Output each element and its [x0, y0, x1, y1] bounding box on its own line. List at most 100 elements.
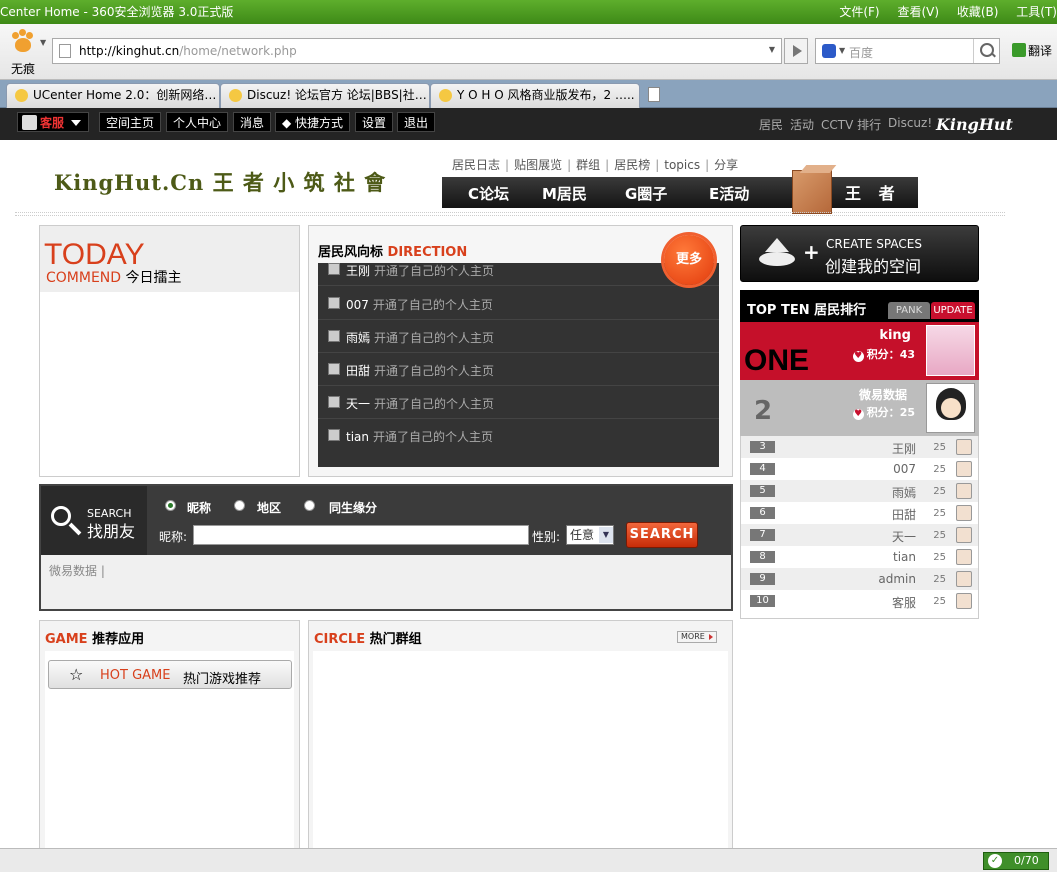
avatar[interactable] [926, 383, 975, 433]
tab-discuz[interactable]: Discuz! 论坛官方 论坛|BBS|社… [220, 83, 430, 108]
list-item[interactable]: 雨嫣 开通了自己的个人主页 [318, 320, 719, 353]
avatar [328, 297, 340, 309]
nav-settings[interactable]: 设置 [355, 112, 394, 132]
nav-residents[interactable]: M居民 [542, 183, 587, 204]
menu-tools[interactable]: 工具(T) [1016, 5, 1057, 19]
hot-game-button[interactable]: ☆ HOT GAME 热门游戏推荐 [48, 660, 292, 689]
chevron-down-icon[interactable]: ▼ [769, 45, 775, 54]
table-row[interactable]: 8 tian 25 [741, 546, 978, 568]
link-cctv-rank[interactable]: CCTV 排行 [821, 116, 881, 133]
list-item[interactable]: 天一 开通了自己的个人主页 [318, 386, 719, 419]
site-topbar: 客服 空间主页 个人中心 消息 ◆ 快捷方式 设置 退出 居民 活动 CCTV … [0, 108, 1057, 140]
nav-space-home[interactable]: 空间主页 [99, 112, 162, 132]
nav-brand-name: 王 者 [845, 184, 901, 203]
create-space-button[interactable]: + CREATE SPACES 创建我的空间 [740, 225, 979, 282]
star-icon: ☆ [69, 665, 84, 684]
nickname-input[interactable] [193, 525, 529, 545]
search-box[interactable]: ▼ 百度 [815, 38, 1000, 64]
translate-button[interactable]: 翻译 [1012, 42, 1052, 59]
link-events[interactable]: 活动 [790, 116, 814, 133]
direction-list: 王刚 开通了自己的个人主页 007 开通了自己的个人主页 雨嫣 开通了自己的个人主页 … [318, 263, 719, 467]
rank-second[interactable]: 2 微易数据 ♥ 积分：25 [740, 380, 979, 436]
go-button[interactable] [784, 38, 808, 64]
status-counter[interactable]: ✓ 0/70 [983, 852, 1049, 870]
menu-favorites[interactable]: 收藏(B) [957, 5, 999, 19]
table-row[interactable]: 9 admin 25 [741, 568, 978, 590]
tab-yoho[interactable]: Y O H O 风格商业版发布，2 ….. [430, 83, 640, 108]
list-item[interactable]: 王刚 开通了自己的个人主页 [318, 263, 719, 286]
sublink-journal[interactable]: 居民日志 [452, 158, 500, 172]
nav-events[interactable]: E活动 [709, 183, 749, 204]
table-row[interactable]: 3 王刚 25 [741, 436, 978, 458]
address-url[interactable]: http://kinghut.cn/home/network.php [79, 44, 297, 58]
menu-view[interactable]: 查看(V) [897, 5, 939, 19]
more-badge[interactable]: 更多 [664, 235, 714, 285]
radio-nickname[interactable] [165, 500, 176, 511]
avatar[interactable] [926, 325, 975, 376]
nav-circles[interactable]: G圈子 [625, 183, 667, 204]
table-row[interactable]: 6 田甜 25 [741, 502, 978, 524]
nav-forum[interactable]: C论坛 [468, 183, 509, 204]
rank-second-name[interactable]: 微易数据 [859, 386, 907, 403]
tab-update[interactable]: UPDATE [931, 302, 975, 319]
plus-icon: + [803, 240, 820, 264]
tab-ucenter-home[interactable]: UCenter Home 2.0：创新网络… [6, 83, 220, 108]
tab-rank[interactable]: PANK [888, 302, 930, 319]
avatar [956, 527, 972, 543]
chevron-down-icon[interactable]: ▼ [40, 38, 46, 47]
nav-logout[interactable]: 退出 [397, 112, 436, 132]
rank-first-name[interactable]: king [879, 328, 911, 343]
list-item[interactable]: tian 开通了自己的个人主页 [318, 419, 719, 452]
chevron-down-icon[interactable]: ▼ [839, 46, 845, 55]
table-row[interactable]: 5 雨嫣 25 [741, 480, 978, 502]
sublink-ranking[interactable]: 居民榜 [614, 158, 650, 172]
address-bar[interactable]: http://kinghut.cn/home/network.php ▼ [52, 38, 782, 64]
avatar [328, 429, 340, 441]
link-discuz[interactable]: Discuz! [888, 116, 932, 130]
menu-file[interactable]: 文件(F) [839, 5, 879, 19]
header-sublinks: 居民日志 | 贴图展览 | 群组 | 居民榜 | topics | 分享 [452, 158, 739, 172]
nav-personal-center[interactable]: 个人中心 [166, 112, 229, 132]
list-item[interactable]: 田甜 开通了自己的个人主页 [318, 353, 719, 386]
translate-icon [1012, 43, 1026, 57]
radio-birthday-fate[interactable] [304, 500, 315, 511]
new-tab-icon[interactable] [648, 87, 660, 102]
today-subtitle: COMMEND 今日擂主 [46, 270, 182, 286]
page-icon [59, 44, 71, 58]
user-menu[interactable]: 客服 [17, 112, 89, 132]
sublink-gallery[interactable]: 贴图展览 [514, 158, 562, 172]
site-logo[interactable]: KingHut.Cn 王 者 小 筑 社 會 [54, 167, 386, 197]
list-item[interactable]: 007 开通了自己的个人主页 [318, 287, 719, 320]
avatar [956, 483, 972, 499]
circle-more-link[interactable]: MORE [677, 631, 717, 643]
heart-icon: ♥ [852, 351, 864, 362]
browser-status-bar [0, 848, 1057, 872]
table-row[interactable]: 10 客服 25 [741, 590, 978, 612]
heart-icon: ♥ [852, 409, 864, 420]
sublink-groups[interactable]: 群组 [576, 158, 600, 172]
radio-region[interactable] [234, 500, 245, 511]
table-row[interactable]: 4 007 25 [741, 458, 978, 480]
recent-search[interactable]: 微易数据 | [49, 562, 105, 579]
baidu-paw-icon[interactable] [822, 44, 836, 58]
kinghut-logo[interactable]: KingHut [936, 115, 1013, 134]
avatar [956, 461, 972, 477]
direction-title: 居民风向标 DIRECTION [318, 245, 468, 260]
chevron-down-icon[interactable] [71, 120, 81, 126]
gender-select[interactable]: 任意 [566, 525, 614, 545]
sublink-topics[interactable]: topics [664, 158, 700, 172]
table-row[interactable]: 7 天一 25 [741, 524, 978, 546]
link-residents[interactable]: 居民 [759, 116, 783, 133]
search-button[interactable]: SEARCH [626, 522, 698, 548]
search-icon[interactable] [973, 39, 999, 63]
sublink-share[interactable]: 分享 [714, 158, 738, 172]
avatar [328, 330, 340, 342]
avatar [328, 363, 340, 375]
nav-shortcuts[interactable]: ◆ 快捷方式 [275, 112, 351, 132]
incognito-paw-icon[interactable] [10, 29, 36, 54]
avatar [956, 571, 972, 587]
nav-messages[interactable]: 消息 [233, 112, 272, 132]
tab-bar: UCenter Home 2.0：创新网络… Discuz! 论坛官方 论坛|B… [0, 80, 1057, 108]
avatar [328, 263, 340, 275]
search-input[interactable]: 百度 [849, 44, 873, 61]
